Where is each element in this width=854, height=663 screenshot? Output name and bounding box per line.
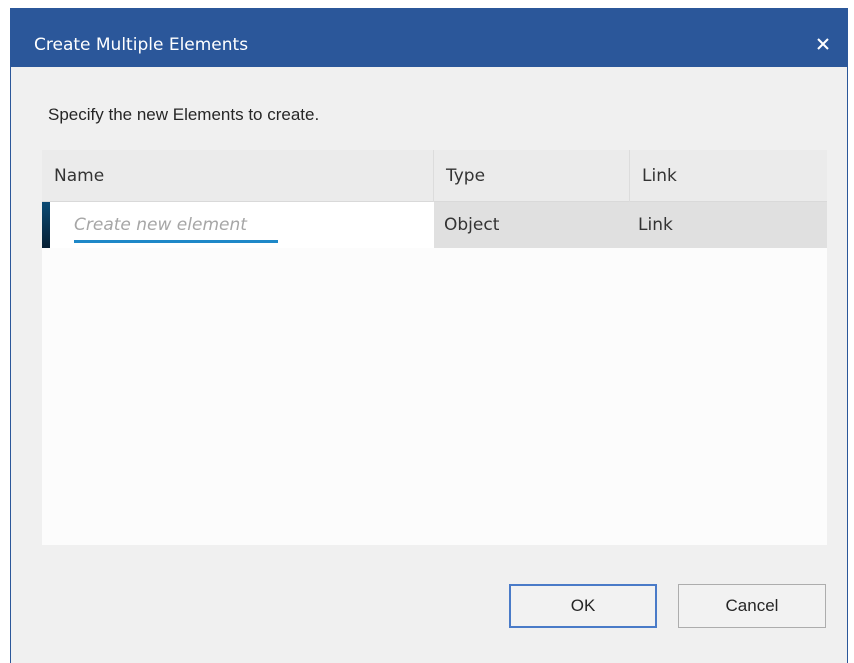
column-header-type[interactable]: Type [434, 150, 630, 202]
name-cell[interactable] [50, 202, 434, 248]
close-icon [817, 38, 829, 50]
cancel-button[interactable]: Cancel [678, 584, 826, 628]
create-multiple-elements-dialog: Create Multiple Elements Specify the new… [10, 8, 848, 663]
grid-header: Name Type Link [42, 150, 827, 202]
title-bar[interactable]: Create Multiple Elements [11, 8, 847, 67]
row-selection-indicator [42, 202, 50, 248]
table-row[interactable]: Object Link [42, 202, 827, 248]
column-header-name[interactable]: Name [42, 150, 434, 202]
type-cell[interactable]: Object [434, 202, 630, 248]
elements-grid: Name Type Link Object Link [42, 150, 827, 545]
column-header-link[interactable]: Link [630, 150, 827, 202]
instruction-text: Specify the new Elements to create. [48, 105, 320, 124]
new-element-name-input[interactable] [74, 210, 278, 243]
ok-button[interactable]: OK [509, 584, 657, 628]
link-cell[interactable]: Link [630, 202, 827, 248]
close-button[interactable] [809, 30, 837, 58]
dialog-title: Create Multiple Elements [34, 35, 249, 55]
